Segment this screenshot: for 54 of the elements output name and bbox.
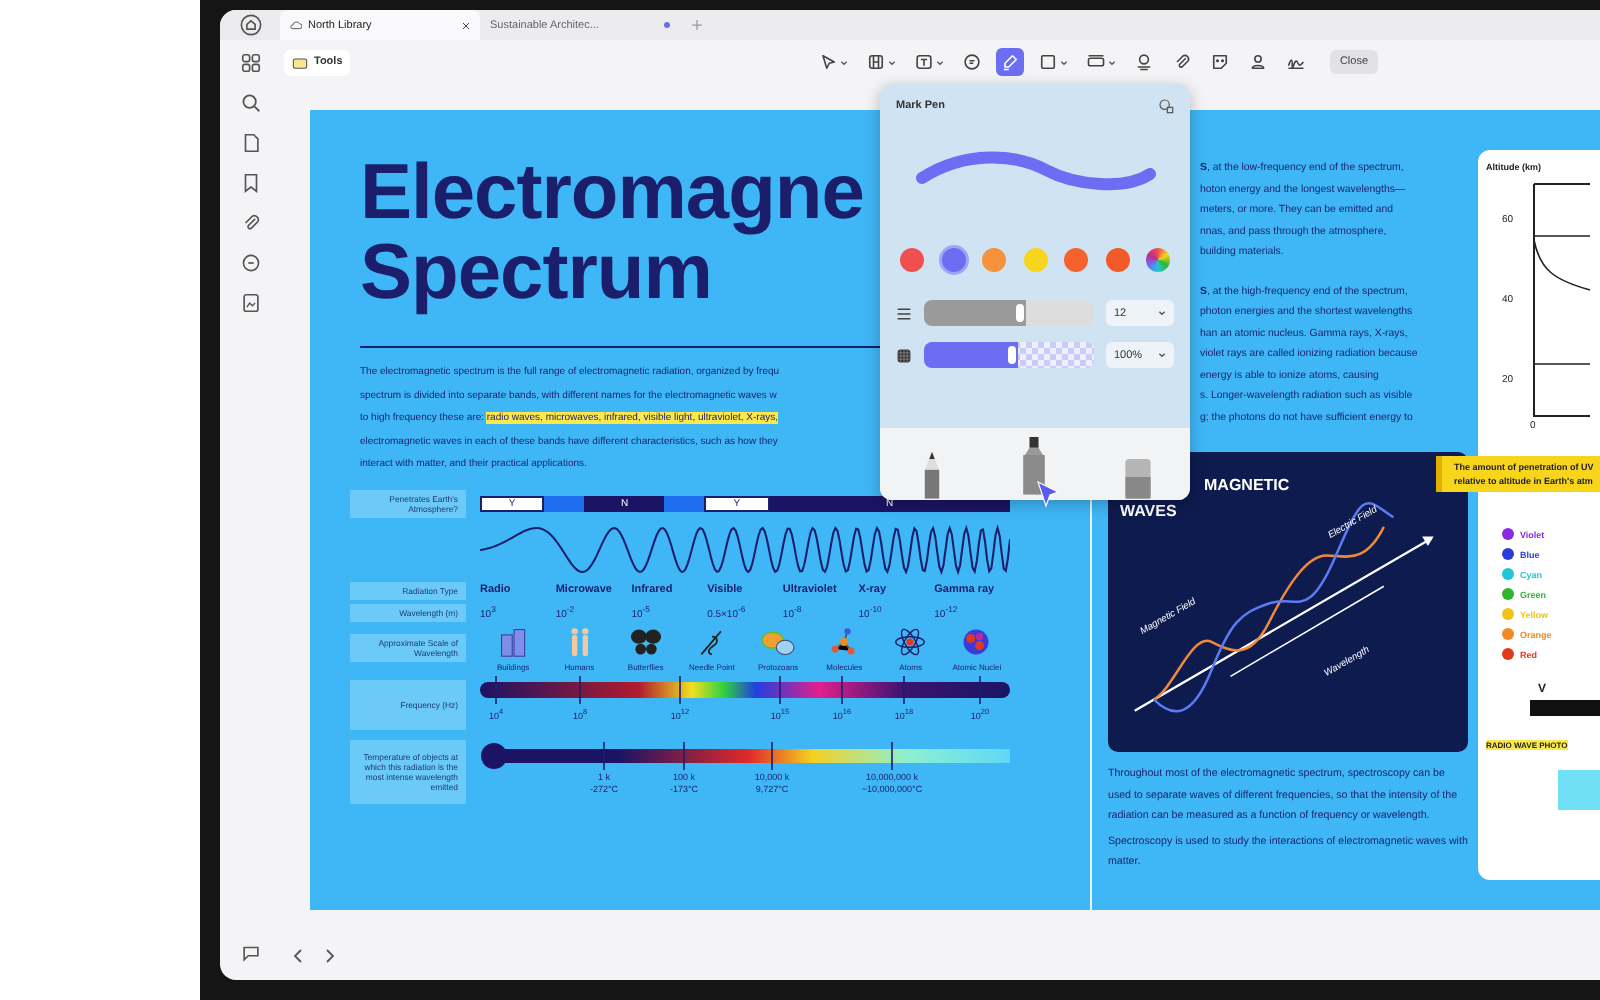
unsaved-dot-icon: [664, 22, 670, 28]
home-icon[interactable]: [239, 14, 261, 36]
settings-icon[interactable]: [1158, 98, 1174, 114]
sticker-icon: [1209, 52, 1230, 72]
image-icon[interactable]: [239, 292, 261, 314]
comment-icon: [961, 52, 982, 72]
cursor-icon: [1036, 480, 1060, 508]
color-swatch[interactable]: [1105, 248, 1129, 272]
opacity-icon: [896, 347, 912, 363]
color-swatch[interactable]: [1023, 248, 1047, 272]
card-title: MAGNETIC: [1204, 474, 1290, 498]
caret-icon: [1158, 310, 1166, 316]
search-icon[interactable]: [239, 92, 261, 114]
photo-placeholder: [1558, 770, 1600, 810]
caret-icon: [1059, 59, 1068, 65]
select-icon: [817, 52, 838, 72]
stamp-icon: [1133, 52, 1154, 72]
toolbox-icon: [292, 55, 308, 69]
measure-icon: [1085, 52, 1106, 72]
thickness-slider[interactable]: [924, 300, 1094, 326]
attachment-icon[interactable]: [239, 212, 261, 234]
color-swatch[interactable]: [941, 248, 965, 272]
color-swatch[interactable]: [982, 248, 1006, 272]
previous-page-icon[interactable]: [292, 947, 304, 963]
color-swatch[interactable]: [1064, 248, 1088, 272]
comment-icon[interactable]: [239, 252, 261, 274]
card-title: WAVES: [1120, 500, 1177, 524]
grid-icon[interactable]: [239, 52, 261, 74]
bookmark-icon[interactable]: [239, 172, 261, 194]
caret-icon: [1107, 59, 1116, 65]
line-weight-icon: [896, 305, 912, 321]
caret-icon: [839, 59, 848, 65]
person-icon: [1247, 52, 1268, 72]
custom-color-swatch[interactable]: [1146, 248, 1170, 272]
butterflies-icon: [627, 625, 664, 657]
rectangle-icon: [1037, 52, 1058, 72]
close-icon[interactable]: [462, 21, 470, 29]
document-icon[interactable]: [239, 132, 261, 154]
next-page-icon[interactable]: [324, 947, 336, 963]
document-title: Electromagne Spectrum: [360, 154, 864, 314]
layout-icon: [865, 52, 886, 72]
textbox-icon: [913, 52, 934, 72]
feedback-icon[interactable]: [239, 942, 261, 964]
caret-icon: [1158, 352, 1166, 358]
toolbar-tool[interactable]: [995, 48, 1024, 76]
atoms-icon: [892, 625, 929, 657]
cloud-icon: [290, 20, 302, 30]
opacity-slider[interactable]: [924, 342, 1094, 368]
scale-bar: [1530, 700, 1600, 716]
color-swatch[interactable]: [900, 248, 924, 272]
pen-icon: [999, 52, 1020, 72]
caret-icon: [887, 59, 896, 65]
caret-icon: [935, 59, 944, 65]
attach-icon: [1171, 52, 1192, 72]
